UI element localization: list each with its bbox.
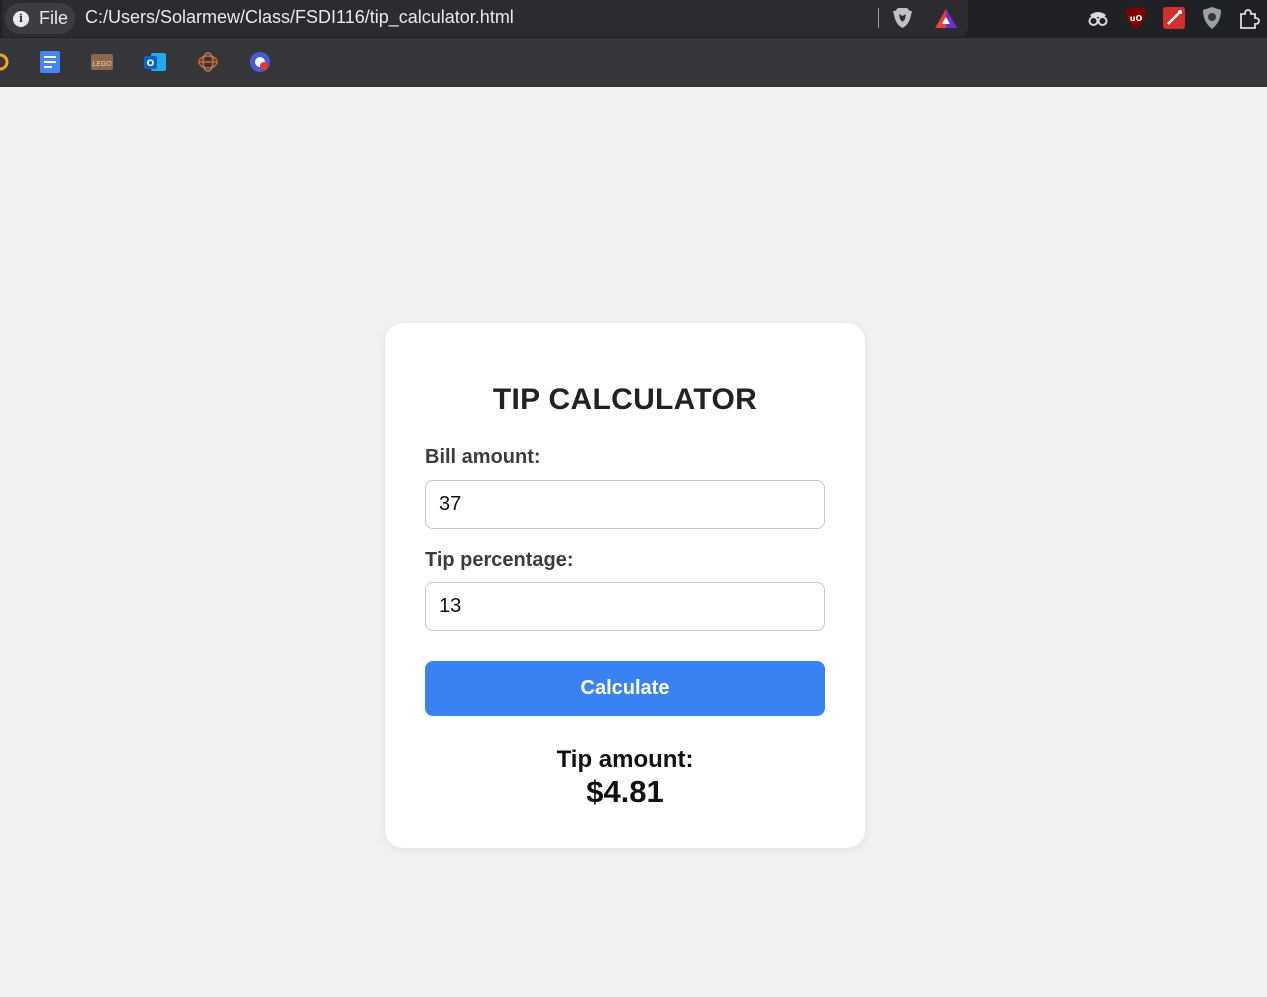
browser-toolbar: i File C:/Users/Solarmew/Class/FSDI116/t… [0,0,1267,38]
outlook-bookmark-icon[interactable]: O [143,50,167,74]
wand-extension-icon[interactable] [1162,6,1186,30]
lego-bookmark-icon[interactable]: LEGO [90,50,114,74]
svg-text:LEGO: LEGO [92,60,112,68]
browser-chrome: i File C:/Users/Solarmew/Class/FSDI116/t… [0,0,1267,87]
shield-extension-icon[interactable] [1200,6,1224,30]
tip-percentage-label: Tip percentage: [425,549,574,571]
bookmark-partial-icon[interactable] [0,50,12,74]
url-text[interactable]: C:/Users/Solarmew/Class/FSDI116/tip_calc… [85,7,514,28]
calculate-button[interactable]: Calculate [425,661,825,716]
extensions-puzzle-icon[interactable] [1237,6,1261,30]
address-bar[interactable]: i File C:/Users/Solarmew/Class/FSDI116/t… [2,0,968,37]
bill-amount-label: Bill amount: [425,446,541,468]
ublock-origin-icon[interactable]: uO [1124,6,1148,30]
record-bookmark-icon[interactable] [248,50,272,74]
google-docs-bookmark-icon[interactable] [38,50,62,74]
address-bar-divider [878,8,879,28]
tip-calculator-card: TIP CALCULATOR Bill amount: Tip percenta… [385,323,865,848]
brave-rewards-icon[interactable] [934,8,958,29]
site-info-chip[interactable]: i File [5,3,75,34]
spy-glasses-extension-icon[interactable] [1086,6,1110,30]
page-title: TIP CALCULATOR [492,383,758,416]
tip-amount-value: $4.81 [586,774,664,809]
info-icon: i [13,10,29,27]
tip-amount-label: Tip amount: [556,746,694,773]
bill-amount-input[interactable] [425,480,825,529]
site-chip-label: File [39,8,69,28]
globe-bookmark-icon[interactable] [196,50,220,74]
tip-percentage-input[interactable] [425,582,825,631]
brave-shields-icon[interactable] [892,7,913,29]
svg-text:uO: uO [1130,14,1143,23]
svg-text:O: O [147,59,155,69]
